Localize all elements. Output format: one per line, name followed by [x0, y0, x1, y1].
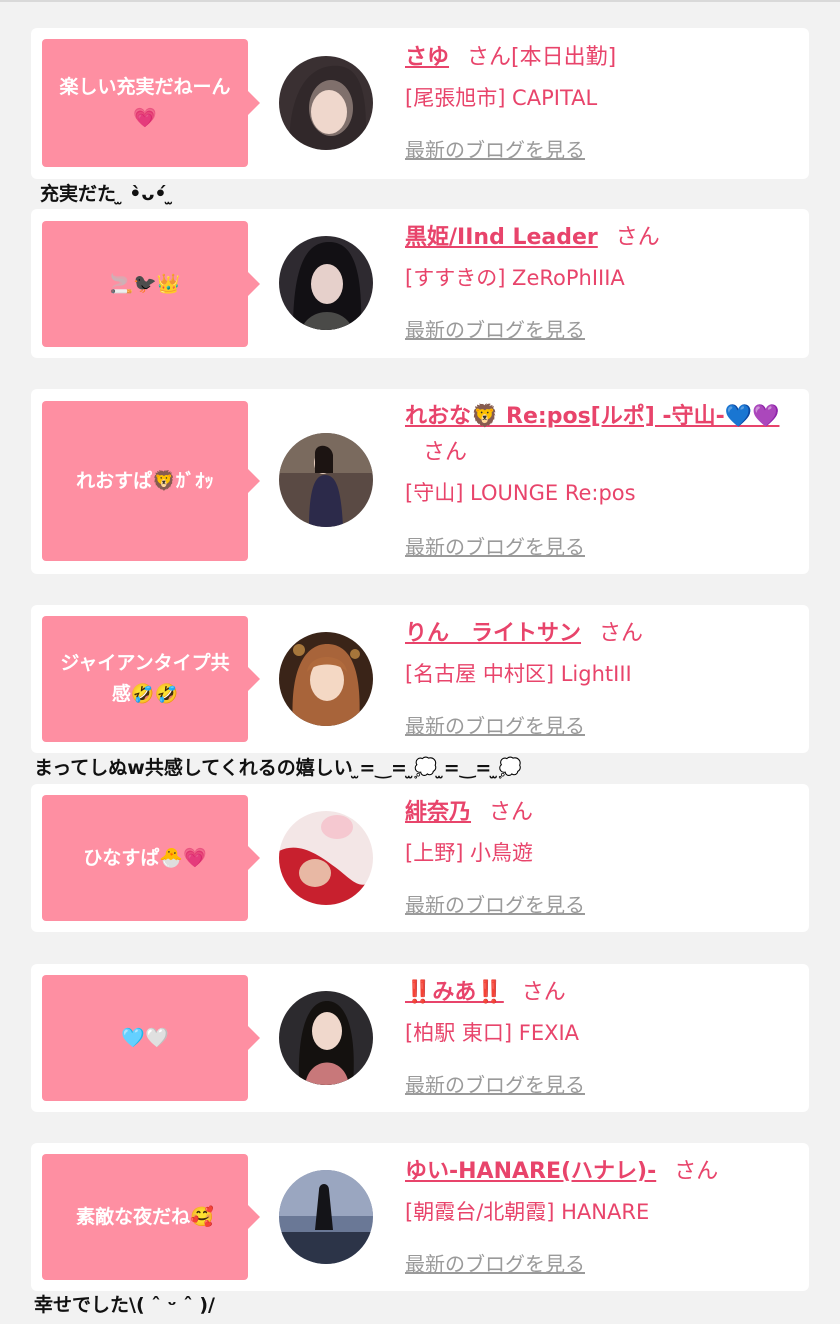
latest-blog-link[interactable]: 最新のブログを見る	[405, 1069, 585, 1098]
entry-info: ‼️みあ‼️ さん [柏駅 東口] FEXIA 最新のブログを見る	[405, 975, 797, 1105]
latest-blog-link[interactable]: 最新のブログを見る	[405, 134, 585, 163]
avatar[interactable]	[279, 811, 373, 905]
latest-blog-link[interactable]: 最新のブログを見る	[405, 889, 585, 918]
message-text: 楽しい充実だねーん💗	[59, 76, 231, 129]
message-bubble: 楽しい充実だねーん💗	[42, 39, 260, 167]
shop-label: [柏駅 東口] FEXIA	[405, 1021, 580, 1045]
message-bubble: 🚬🐦‍⬛👑	[42, 221, 260, 347]
avatar-photo	[279, 991, 373, 1085]
latest-blog-link[interactable]: 最新のブログを見る	[405, 314, 585, 343]
name-line: りん ライトサン さん	[405, 616, 797, 652]
avatar[interactable]	[279, 433, 373, 527]
blog-entry-card: ジャイアンタイプ共感🤣🤣 りん ライトサン さん [名古屋 中村区] LightI…	[31, 605, 809, 753]
message-text: ジャイアンタイプ共感🤣🤣	[60, 652, 230, 705]
blog-entry-card: 🩵🤍 ‼️みあ‼️ さん [柏駅 東口] FEXIA 最新のブログを見る	[31, 964, 809, 1112]
avatar-photo	[279, 236, 373, 330]
avatar-photo	[279, 56, 373, 150]
entry-info: 緋奈乃 さん [上野] 小鳥遊 最新のブログを見る	[405, 795, 797, 925]
entry-info: れおな🦁 Re:pos[ルポ] -守山-💙💜 さん [守山] LOUNGE Re:…	[405, 399, 797, 569]
comment-text: まってしぬw共感してくれるの嬉しい ̫=‿= ̫💭 ̫=‿= ̫💭	[34, 757, 522, 779]
message-text: 🩵🤍	[121, 1026, 169, 1049]
message-text: 🚬🐦‍⬛👑	[109, 272, 181, 295]
avatar[interactable]	[279, 632, 373, 726]
message-text: 素敵な夜だね🥰	[76, 1205, 214, 1228]
shop-label: [上野] 小鳥遊	[405, 841, 534, 865]
latest-blog-link[interactable]: 最新のブログを見る	[405, 531, 585, 560]
avatar-photo	[279, 632, 373, 726]
blog-entry-card: 🚬🐦‍⬛👑 黒姫/IInd Leader さん [すすきの] ZeRoPhIIIA…	[31, 209, 809, 358]
message-bubble: ひなすぱ🐣💗	[42, 795, 260, 921]
name-line: ゆい-HANARE(ハナレ)- さん	[405, 1154, 797, 1190]
avatar[interactable]	[279, 236, 373, 330]
comment-text: 幸せでした\( ˆ ᵕ ˆ )/	[34, 1294, 215, 1316]
blog-entry-card: 素敵な夜だね🥰 ゆい-HANARE(ハナレ)- さん [朝霞台/北朝霞] HANA…	[31, 1143, 809, 1291]
entry-info: りん ライトサン さん [名古屋 中村区] LightIII 最新のブログを見る	[405, 616, 797, 746]
avatar[interactable]	[279, 1170, 373, 1264]
honorific: さん	[489, 800, 534, 825]
name-line: 黒姫/IInd Leader さん	[405, 220, 797, 256]
cast-name-link[interactable]: 黒姫/IInd Leader	[405, 225, 598, 250]
top-divider	[0, 0, 840, 2]
shop-label: [守山] LOUNGE Re:pos	[405, 481, 636, 505]
cast-name-link[interactable]: 緋奈乃	[405, 800, 471, 825]
shop-label: [すすきの] ZeRoPhIIIA	[405, 266, 625, 290]
entry-info: 黒姫/IInd Leader さん [すすきの] ZeRoPhIIIA 最新のブロ…	[405, 220, 797, 350]
avatar-photo	[279, 811, 373, 905]
avatar-photo	[279, 1170, 373, 1264]
cast-name-link[interactable]: りん ライトサン	[405, 621, 581, 646]
message-text: れおすぱ🦁ｶﾞｵｯ	[76, 469, 214, 492]
honorific: さん	[674, 1159, 719, 1184]
comment-text: 充実だた ̫ •̀ᴗ•́ ̫	[40, 183, 174, 205]
shop-label: [尾張旭市] CAPITAL	[405, 86, 598, 110]
latest-blog-link[interactable]: 最新のブログを見る	[405, 1248, 585, 1277]
name-line: れおな🦁 Re:pos[ルポ] -守山-💙💜 さん	[405, 399, 797, 471]
blog-entry-card: ひなすぱ🐣💗 緋奈乃 さん [上野] 小鳥遊 最新のブログを見る	[31, 784, 809, 932]
latest-blog-link[interactable]: 最新のブログを見る	[405, 710, 585, 739]
name-line: ‼️みあ‼️ さん	[405, 975, 797, 1011]
avatar-photo	[279, 433, 373, 527]
honorific: さん	[423, 440, 468, 465]
cast-name-link[interactable]: れおな🦁 Re:pos[ルポ] -守山-💙💜	[405, 404, 779, 429]
blog-entry-card: 楽しい充実だねーん💗 さゆ さん[本日出勤] [尾張旭市] CAPITAL 最新の…	[31, 28, 809, 179]
message-text: ひなすぱ🐣💗	[83, 846, 207, 869]
blog-entry-card: れおすぱ🦁ｶﾞｵｯ れおな🦁 Re:pos[ルポ] -守山-💙💜 さん [守山] …	[31, 389, 809, 574]
honorific: さん	[615, 225, 660, 250]
name-line: さゆ さん[本日出勤]	[405, 40, 797, 76]
shop-label: [名古屋 中村区] LightIII	[405, 662, 632, 686]
honorific: さん	[599, 621, 644, 646]
honorific: さん	[521, 980, 566, 1005]
message-bubble: れおすぱ🦁ｶﾞｵｯ	[42, 401, 260, 561]
message-bubble: 🩵🤍	[42, 975, 260, 1101]
avatar[interactable]	[279, 991, 373, 1085]
shop-label: [朝霞台/北朝霞] HANARE	[405, 1200, 650, 1224]
cast-name-link[interactable]: ゆい-HANARE(ハナレ)-	[405, 1159, 656, 1184]
cast-name-link[interactable]: ‼️みあ‼️	[405, 980, 504, 1005]
message-bubble: ジャイアンタイプ共感🤣🤣	[42, 616, 260, 742]
honorific: さん[本日出勤]	[467, 45, 617, 70]
message-bubble: 素敵な夜だね🥰	[42, 1154, 260, 1280]
cast-name-link[interactable]: さゆ	[405, 45, 449, 70]
name-line: 緋奈乃 さん	[405, 795, 797, 831]
entry-info: さゆ さん[本日出勤] [尾張旭市] CAPITAL 最新のブログを見る	[405, 40, 797, 170]
avatar[interactable]	[279, 56, 373, 150]
entry-info: ゆい-HANARE(ハナレ)- さん [朝霞台/北朝霞] HANARE 最新のブロ…	[405, 1154, 797, 1284]
